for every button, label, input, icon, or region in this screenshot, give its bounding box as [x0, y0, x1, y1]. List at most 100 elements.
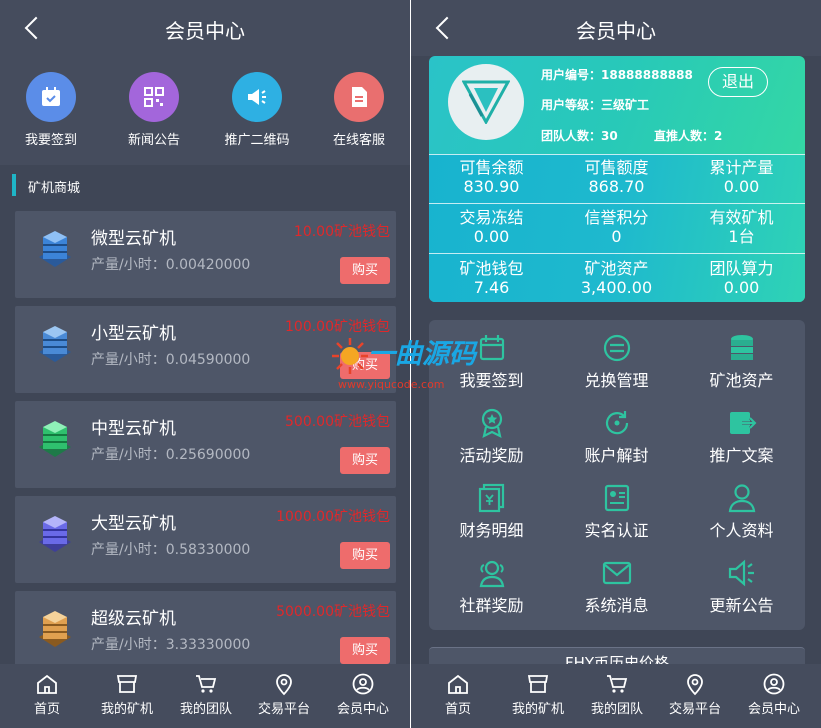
machine-rate: 产量/小时：3.33330000: [91, 637, 251, 653]
menu-label: 更新公告: [709, 596, 774, 615]
server-cube-icon: [39, 231, 71, 267]
tab-home[interactable]: 首页: [417, 672, 499, 717]
profile-icon: [763, 673, 785, 695]
speaker-icon: [728, 559, 754, 587]
cart-icon: [196, 675, 217, 693]
quick-label: 我要签到: [24, 133, 77, 148]
menu-label: 账户解封: [584, 446, 649, 465]
server-cube-icon: [39, 611, 71, 647]
stat-item: 信誉积分 0: [554, 208, 679, 246]
buy-button[interactable]: 购买: [340, 637, 390, 664]
machine-rate: 产量/小时：0.04590000: [91, 352, 251, 368]
tab-home[interactable]: 首页: [6, 672, 88, 717]
tab-my-team[interactable]: 我的团队: [576, 672, 658, 717]
tab-my-miners[interactable]: 我的矿机: [86, 672, 168, 717]
stat-value: 830.90: [463, 177, 520, 196]
page-title: 会员中心: [576, 19, 656, 43]
store-icon: [527, 675, 549, 693]
location-pin-icon: [276, 674, 292, 696]
machine-name: 超级云矿机: [91, 609, 176, 629]
tab-trading[interactable]: 交易平台: [654, 672, 736, 717]
menu-label: 社群奖励: [459, 596, 524, 615]
machine-name: 微型云矿机: [91, 229, 176, 249]
server-cube-icon: [39, 326, 71, 362]
tab-label: 我的矿机: [100, 702, 153, 717]
stat-item: 可售额度 868.70: [554, 158, 679, 196]
menu-label: 财务明细: [459, 521, 524, 540]
menu-community-reward[interactable]: 社群奖励: [429, 557, 554, 616]
tab-member-center[interactable]: 会员中心: [733, 672, 815, 717]
user-id: 用户编号：18888888888: [541, 68, 693, 82]
quick-qrcode[interactable]: 推广二维码: [209, 72, 305, 148]
quick-news[interactable]: 新闻公告: [106, 72, 202, 148]
machine-card: 中型云矿机 产量/小时：0.25690000 500.00矿池钱包 购买: [15, 401, 396, 488]
menu-system-message[interactable]: 系统消息: [554, 557, 679, 616]
exchange-icon: [603, 334, 630, 362]
server-cube-icon: [39, 516, 71, 552]
logout-button[interactable]: 退出: [708, 67, 768, 97]
menu-update-notice[interactable]: 更新公告: [679, 557, 804, 616]
machine-rate: 产量/小时：0.00420000: [91, 257, 251, 273]
stat-item: 累计产量 0.00: [679, 158, 804, 196]
machine-name: 中型云矿机: [91, 419, 176, 439]
header-bar: 会员中心: [0, 0, 410, 56]
stat-item: 矿池资产 3,400.00: [554, 259, 679, 297]
page-title: 会员中心: [165, 19, 245, 43]
machine-name: 小型云矿机: [91, 324, 176, 344]
quick-service[interactable]: 在线客服: [311, 72, 407, 148]
quick-label: 新闻公告: [127, 133, 180, 148]
bottom-tab-bar: 首页 我的矿机 我的团队 交易平台 会员中心: [0, 664, 410, 728]
stat-label: 矿池钱包: [459, 259, 524, 278]
calendar-check-icon: [26, 72, 76, 122]
quick-checkin[interactable]: 我要签到: [3, 72, 99, 148]
stat-item: 矿池钱包 7.46: [429, 259, 554, 297]
menu-exchange[interactable]: 兑换管理: [554, 332, 679, 391]
stat-value: 3,400.00: [580, 278, 653, 297]
avatar[interactable]: [448, 64, 524, 140]
menu-promo-copy[interactable]: 推广文案: [679, 407, 804, 466]
menu-label: 活动奖励: [459, 446, 524, 465]
tab-label: 交易平台: [668, 702, 721, 717]
stat-value: 1台: [728, 227, 755, 246]
section-header: 矿机商城: [0, 172, 410, 200]
stat-value: 0.00: [723, 177, 760, 196]
tab-member-center[interactable]: 会员中心: [322, 672, 404, 717]
sun-logo-icon: [332, 338, 368, 374]
menu-label: 矿池资产: [709, 371, 774, 390]
divider: [429, 253, 805, 254]
stat-item: 交易冻结 0.00: [429, 208, 554, 246]
share-icon: [729, 412, 757, 434]
buy-button[interactable]: 购买: [340, 257, 390, 284]
stat-value: 7.46: [473, 278, 510, 297]
menu-finance-detail[interactable]: 财务明细: [429, 482, 554, 541]
server-cube-icon: [39, 421, 71, 457]
buy-button[interactable]: 购买: [340, 542, 390, 569]
menu-pool-assets[interactable]: 矿池资产: [679, 332, 804, 391]
store-icon: [116, 675, 138, 693]
brand-logo-icon: [462, 80, 510, 124]
finance-icon: [478, 483, 504, 513]
menu-activity-reward[interactable]: 活动奖励: [429, 407, 554, 466]
buy-button[interactable]: 购买: [340, 447, 390, 474]
unlock-icon: [605, 411, 628, 435]
menu-account-unlock[interactable]: 账户解封: [554, 407, 679, 466]
tab-trading[interactable]: 交易平台: [243, 672, 325, 717]
bottom-tab-bar: 首页 我的矿机 我的团队 交易平台 会员中心: [411, 664, 821, 728]
stat-label: 可售额度: [584, 158, 649, 177]
stat-label: 矿池资产: [584, 259, 649, 278]
tab-my-miners[interactable]: 我的矿机: [497, 672, 579, 717]
coins-icon: [730, 335, 753, 360]
tab-my-team[interactable]: 我的团队: [165, 672, 247, 717]
tab-label: 首页: [33, 702, 60, 717]
stat-item: 可售余额 830.90: [429, 158, 554, 196]
watermark-text: 一曲源码: [368, 339, 476, 370]
machine-card: 大型云矿机 产量/小时：0.58330000 1000.00矿池钱包 购买: [15, 496, 396, 583]
stat-item: 有效矿机 1台: [679, 208, 804, 246]
tab-label: 我的团队: [590, 702, 643, 717]
menu-label: 推广文案: [709, 446, 774, 465]
menu-personal-info[interactable]: 个人资料: [679, 482, 804, 541]
home-icon: [448, 674, 468, 694]
stat-label: 团队算力: [709, 259, 774, 278]
menu-real-name[interactable]: 实名认证: [554, 482, 679, 541]
team-count: 团队人数：30: [541, 129, 618, 143]
